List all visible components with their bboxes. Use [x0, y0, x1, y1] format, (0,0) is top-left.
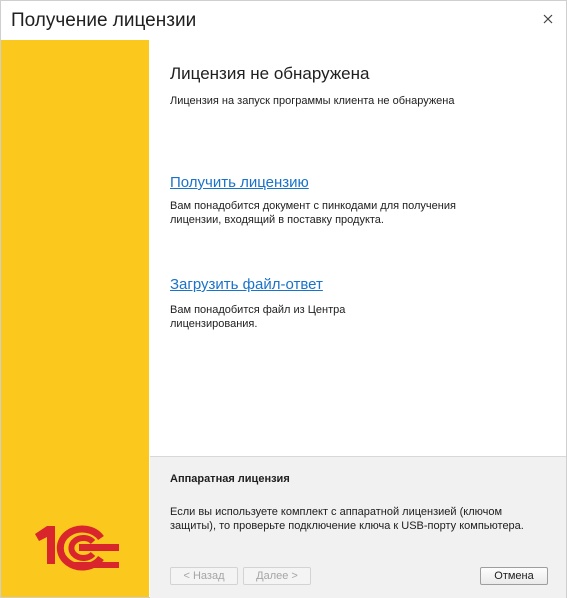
upload-file-description: Вам понадобится файл из Центра лицензиро…: [170, 304, 346, 330]
sidebar-banner: [1, 40, 149, 597]
next-button[interactable]: Далее >: [243, 567, 311, 585]
back-button[interactable]: < Назад: [170, 567, 238, 585]
close-button[interactable]: [540, 11, 556, 27]
cancel-button[interactable]: Отмена: [480, 567, 548, 585]
hardware-license-title: Аппаратная лицензия: [170, 473, 290, 485]
close-icon: [543, 14, 553, 24]
upload-response-file-link[interactable]: Загрузить файл-ответ: [170, 276, 323, 293]
page-subtitle: Лицензия на запуск программы клиента не …: [170, 95, 455, 107]
page-heading: Лицензия не обнаружена: [170, 64, 370, 83]
main-panel: Лицензия не обнаружена Лицензия на запус…: [150, 40, 566, 456]
1c-logo: [35, 525, 119, 571]
get-license-link[interactable]: Получить лицензию: [170, 174, 309, 191]
footer-panel: Аппаратная лицензия Если вы используете …: [150, 456, 566, 598]
title-bar: Получение лицензии: [1, 1, 566, 39]
dialog-title: Получение лицензии: [11, 10, 197, 31]
get-license-description: Вам понадобится документ с пинкодами для…: [170, 200, 456, 226]
hardware-license-text: Если вы используете комплект с аппаратно…: [170, 506, 524, 532]
license-dialog: Получение лицензии Лицензия не обнаружен…: [0, 0, 567, 598]
